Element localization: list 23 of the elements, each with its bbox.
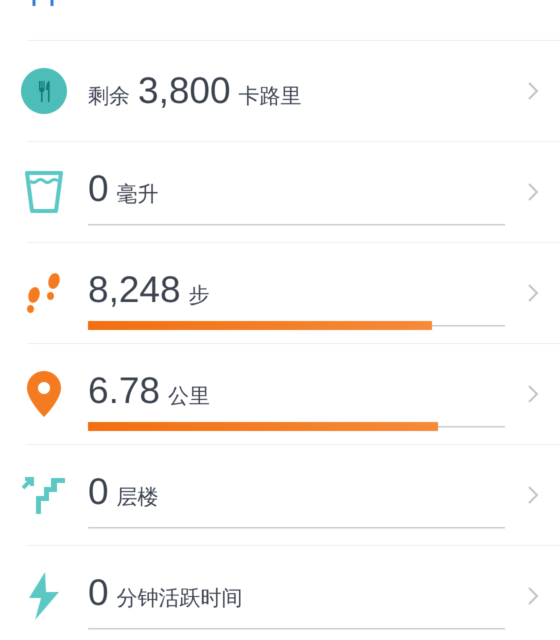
metric-value: 3,800: [138, 70, 231, 112]
metric-value: 0: [88, 169, 109, 210]
water-glass-icon: [24, 170, 64, 214]
chevron-icon[interactable]: [526, 182, 538, 202]
metric-label: 剩余: [88, 84, 130, 110]
metric-unit: 毫升: [116, 182, 159, 208]
lightning-bolt-icon: [27, 572, 61, 620]
metric-unit: 层楼: [116, 485, 159, 511]
chevron-icon[interactable]: [526, 283, 538, 303]
metric-unit: 卡路里: [238, 84, 302, 110]
metric-value: 6.78: [88, 371, 160, 412]
stairs-icon: [21, 475, 67, 515]
metric-unit: 分钟活跃时间: [116, 586, 243, 612]
chevron-icon[interactable]: [526, 586, 538, 606]
metric-value: 0: [88, 472, 109, 513]
chevron-icon[interactable]: [526, 81, 538, 101]
metric-unit: 公里: [168, 384, 210, 410]
chevron-icon[interactable]: [526, 485, 538, 505]
metric-value: 8,248: [88, 270, 181, 311]
metric-unit: 步: [188, 283, 210, 309]
metric-value: 0: [88, 573, 109, 614]
chevron-icon[interactable]: [526, 384, 538, 404]
location-pin-icon: [27, 371, 61, 417]
